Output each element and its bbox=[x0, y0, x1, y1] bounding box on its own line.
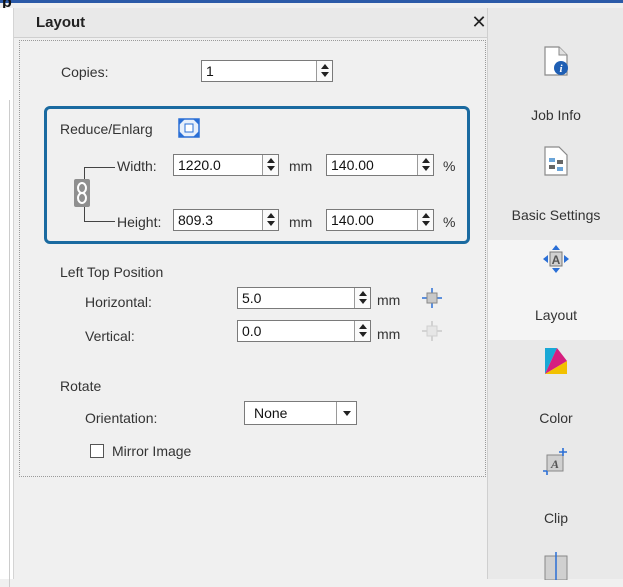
horizontal-spin-buttons[interactable] bbox=[354, 288, 370, 308]
width-label: Width: bbox=[117, 158, 157, 174]
horizontal-unit: mm bbox=[377, 292, 401, 308]
sidebar-item-label: Layout bbox=[534, 307, 578, 323]
sidebar: i Job Info Basic Settings A Layout Color bbox=[487, 8, 623, 580]
sidebar-item-layout[interactable]: A Layout bbox=[488, 240, 623, 340]
sidebar-item-label: Basic Settings bbox=[511, 207, 601, 223]
height-value: 809.3 bbox=[178, 212, 214, 228]
reduce-enlarge-label: Reduce/Enlarg bbox=[60, 121, 153, 137]
job-info-icon: i bbox=[544, 46, 568, 76]
sidebar-item-job-info[interactable]: i Job Info bbox=[488, 40, 623, 140]
height-spinner[interactable]: 809.3 bbox=[173, 209, 279, 231]
width-spinner[interactable]: 1220.0 bbox=[173, 154, 279, 176]
sidebar-item-label: Job Info bbox=[531, 107, 581, 123]
chain-link-icon[interactable] bbox=[74, 179, 90, 207]
width-percent-spinner[interactable]: 140.00 bbox=[326, 154, 434, 176]
svg-text:A: A bbox=[552, 253, 561, 267]
copies-spin-buttons[interactable] bbox=[316, 61, 332, 81]
sidebar-item-basic-settings[interactable]: Basic Settings bbox=[488, 140, 623, 240]
height-percent-value: 140.00 bbox=[331, 212, 374, 228]
copies-value: 1 bbox=[206, 63, 214, 79]
sidebar-item-label: Color bbox=[539, 410, 573, 426]
center-horizontal-icon[interactable] bbox=[421, 287, 443, 309]
width-unit: mm bbox=[289, 158, 313, 174]
horizontal-value: 5.0 bbox=[242, 290, 262, 306]
mirror-icon bbox=[544, 552, 568, 580]
horizontal-spinner[interactable]: 5.0 bbox=[237, 287, 371, 309]
clip-icon: A bbox=[543, 448, 567, 475]
orientation-select[interactable]: None bbox=[244, 401, 357, 425]
width-percent-value: 140.00 bbox=[331, 157, 374, 173]
height-unit: mm bbox=[289, 214, 313, 230]
vertical-label: Vertical: bbox=[85, 328, 135, 344]
mirror-image-label[interactable]: Mirror Image bbox=[112, 443, 191, 459]
panel-title: Layout bbox=[36, 14, 86, 31]
panel-header: Layout ✕ bbox=[14, 8, 488, 38]
width-percent-unit: % bbox=[443, 158, 456, 174]
link-line-top bbox=[84, 167, 115, 168]
link-line-bottom bbox=[84, 221, 115, 222]
layout-icon: A bbox=[543, 245, 569, 273]
height-percent-spin-buttons[interactable] bbox=[417, 210, 433, 230]
copies-spinner[interactable]: 1 bbox=[201, 60, 333, 82]
copies-label: Copies: bbox=[61, 64, 109, 80]
width-spin-buttons[interactable] bbox=[262, 155, 278, 175]
vertical-spinner[interactable]: 0.0 bbox=[237, 320, 371, 342]
height-percent-unit: % bbox=[443, 214, 456, 230]
height-label: Height: bbox=[117, 214, 162, 230]
orientation-value: None bbox=[254, 405, 288, 421]
height-percent-spinner[interactable]: 140.00 bbox=[326, 209, 434, 231]
height-spin-buttons[interactable] bbox=[262, 210, 278, 230]
basic-settings-icon bbox=[544, 146, 568, 176]
horizontal-label: Horizontal: bbox=[85, 294, 152, 310]
window-title-bar-edge bbox=[0, 0, 623, 3]
sidebar-item-mirror[interactable] bbox=[488, 540, 623, 580]
vertical-unit: mm bbox=[377, 326, 401, 342]
mirror-image-checkbox[interactable] bbox=[90, 444, 104, 458]
width-percent-spin-buttons[interactable] bbox=[417, 155, 433, 175]
close-button[interactable]: ✕ bbox=[469, 10, 489, 34]
left-top-position-label: Left Top Position bbox=[60, 264, 164, 280]
color-icon bbox=[545, 348, 567, 374]
left-pane-edge bbox=[0, 8, 14, 587]
center-vertical-icon bbox=[422, 321, 442, 341]
width-value: 1220.0 bbox=[178, 157, 221, 173]
chevron-down-icon[interactable] bbox=[336, 402, 356, 424]
vertical-spin-buttons[interactable] bbox=[354, 321, 370, 341]
vertical-value: 0.0 bbox=[242, 323, 262, 339]
rotate-label: Rotate bbox=[60, 378, 102, 394]
svg-text:A: A bbox=[550, 457, 559, 471]
sidebar-item-clip[interactable]: A Clip bbox=[488, 440, 623, 540]
sidebar-item-label: Clip bbox=[543, 510, 569, 526]
sidebar-item-color[interactable]: Color bbox=[488, 340, 623, 440]
fit-to-page-icon[interactable] bbox=[176, 116, 202, 140]
orientation-label: Orientation: bbox=[85, 410, 158, 426]
